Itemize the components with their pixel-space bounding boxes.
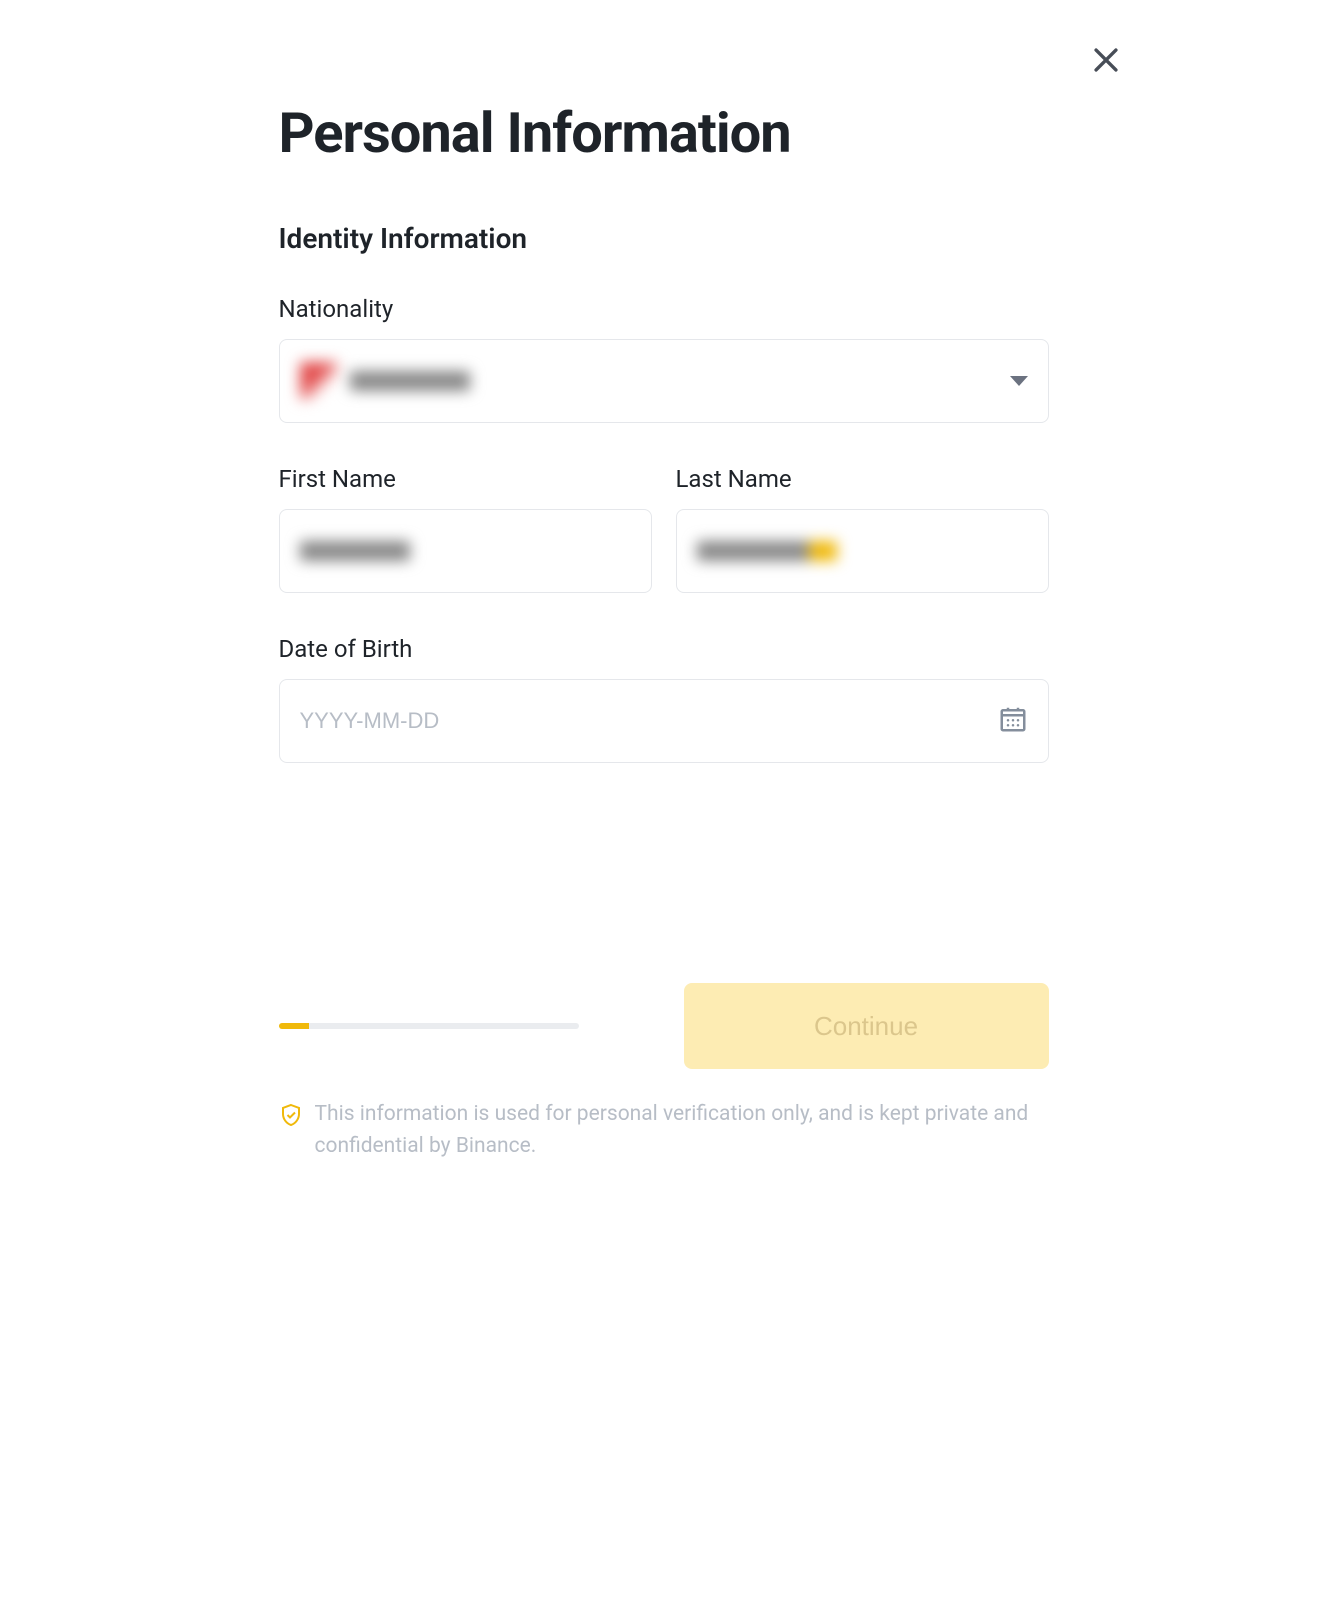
dob-field: Date of Birth <box>279 635 1049 763</box>
progress-bar <box>279 1023 579 1029</box>
personal-info-modal: Personal Information Identity Informatio… <box>164 0 1164 1222</box>
nationality-field: Nationality <box>279 295 1049 423</box>
flag-icon <box>300 362 338 400</box>
nationality-select[interactable] <box>279 339 1049 423</box>
last-name-field: Last Name <box>676 465 1049 593</box>
first-name-label: First Name <box>279 465 652 493</box>
disclaimer-text: This information is used for personal ve… <box>315 1099 1049 1162</box>
page-title: Personal Information <box>279 100 1049 166</box>
section-title: Identity Information <box>279 222 1049 255</box>
close-icon <box>1089 43 1123 81</box>
first-name-field: First Name <box>279 465 652 593</box>
first-name-value-redacted <box>300 541 410 561</box>
shield-check-icon <box>279 1099 303 1162</box>
dob-label: Date of Birth <box>279 635 1049 663</box>
nationality-label: Nationality <box>279 295 1049 323</box>
first-name-input[interactable] <box>279 509 652 593</box>
last-name-label: Last Name <box>676 465 1049 493</box>
dob-input[interactable] <box>300 708 998 734</box>
calendar-icon[interactable] <box>998 704 1028 738</box>
chevron-down-icon <box>1010 376 1028 386</box>
close-button[interactable] <box>1084 40 1128 84</box>
last-name-value-redacted <box>697 541 837 561</box>
dob-input-wrap <box>279 679 1049 763</box>
nationality-value-redacted <box>350 371 470 391</box>
progress-fill <box>279 1023 309 1029</box>
last-name-input[interactable] <box>676 509 1049 593</box>
continue-button[interactable]: Continue <box>684 983 1049 1069</box>
